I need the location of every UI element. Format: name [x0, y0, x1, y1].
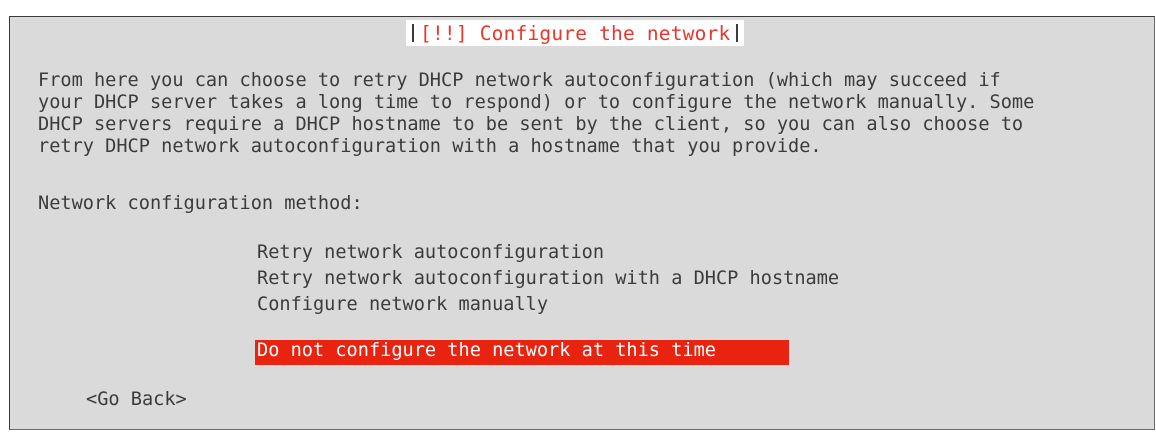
title-right-divider: [736, 24, 739, 42]
option-do-not-configure-selected[interactable]: Do not configure the network at this tim…: [255, 340, 789, 365]
title-left-divider: [412, 24, 414, 42]
dialog-title: [!!] Configure the network: [420, 21, 731, 45]
option-retry-autoconfiguration[interactable]: Retry network autoconfiguration: [257, 242, 604, 264]
description-line: From here you can choose to retry DHCP n…: [38, 70, 1001, 91]
go-back-button[interactable]: <Go Back>: [86, 389, 187, 411]
dialog-description: From here you can choose to retry DHCP n…: [38, 70, 1034, 158]
option-configure-manually[interactable]: Configure network manually: [257, 294, 548, 316]
dialog-title-bar: [!!] Configure the network: [406, 20, 745, 46]
description-line: DHCP servers require a DHCP hostname to …: [38, 114, 1024, 135]
description-line: retry DHCP network autoconfiguration wit…: [38, 136, 822, 157]
configure-network-dialog: [!!] Configure the network From here you…: [9, 16, 1155, 430]
option-retry-with-dhcp-hostname[interactable]: Retry network autoconfiguration with a D…: [257, 268, 839, 290]
method-label: Network configuration method:: [38, 193, 363, 214]
description-line: your DHCP server takes a long time to re…: [38, 92, 1035, 113]
